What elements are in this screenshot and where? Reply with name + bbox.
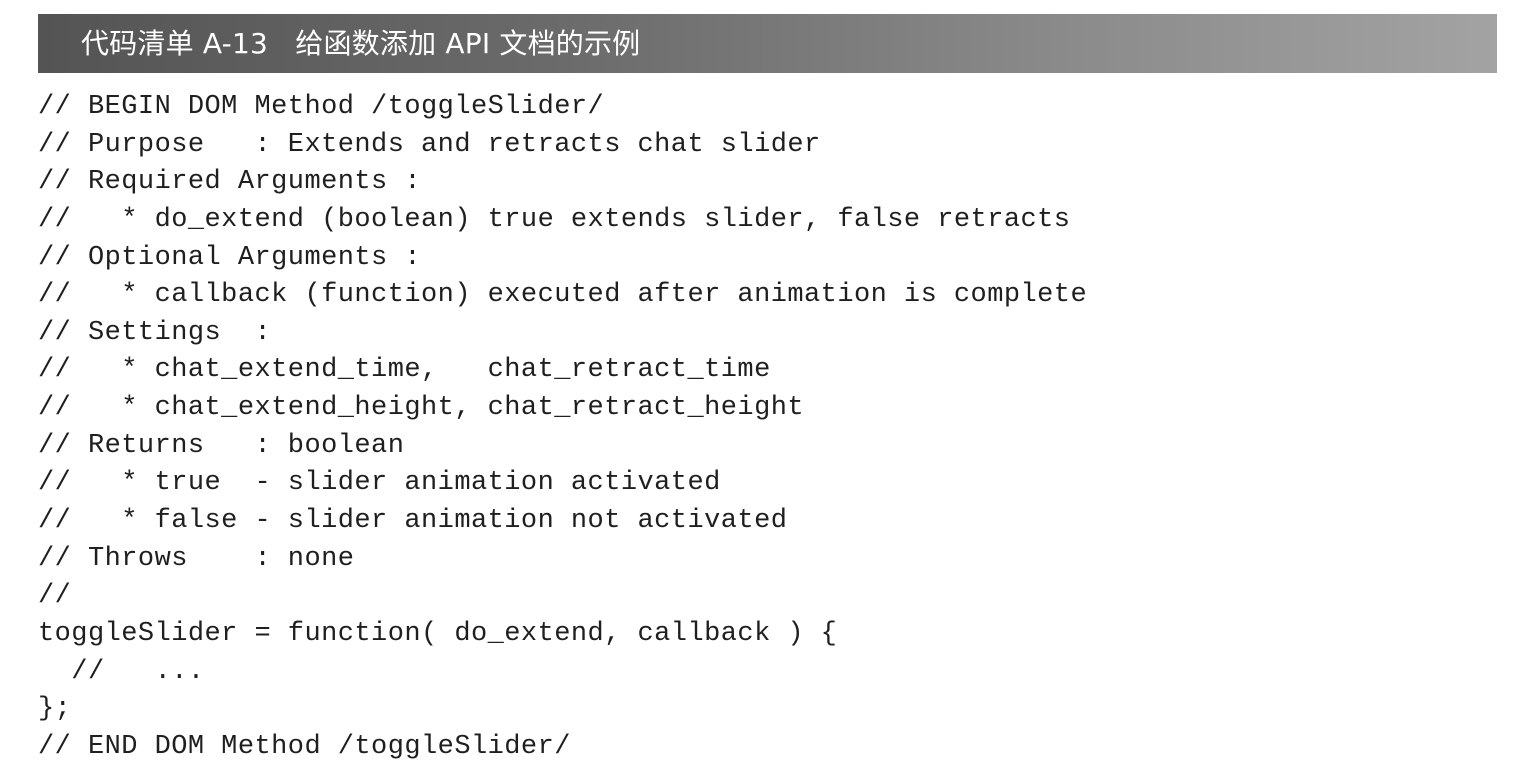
code-line: // Optional Arguments : xyxy=(38,242,422,273)
code-line: // * chat_extend_time, chat_retract_time xyxy=(38,355,771,386)
code-line: // Settings : xyxy=(38,317,272,348)
listing-header: 代码清单 A-13 给函数添加 API 文档的示例 xyxy=(38,14,1497,73)
code-line: // * chat_extend_height, chat_retract_he… xyxy=(38,393,805,424)
code-line: }; xyxy=(38,694,72,725)
code-line: // Purpose : Extends and retracts chat s… xyxy=(38,129,821,160)
code-line: toggleSlider = function( do_extend, call… xyxy=(38,618,838,649)
code-line: // Required Arguments : xyxy=(38,167,422,198)
code-line: // * true - slider animation activated xyxy=(38,468,721,499)
listing-title: 代码清单 A-13 给函数添加 API 文档的示例 xyxy=(81,26,641,60)
code-line: // * callback (function) executed after … xyxy=(38,280,1088,311)
code-line: // xyxy=(38,581,72,612)
code-line: // Throws : none xyxy=(38,543,355,574)
code-line: // ... xyxy=(38,656,205,687)
code-line: // * false - slider animation not activa… xyxy=(38,506,788,537)
code-line: // END DOM Method /toggleSlider/ xyxy=(38,731,571,762)
code-line: // BEGIN DOM Method /toggleSlider/ xyxy=(38,92,605,122)
code-block: // BEGIN DOM Method /toggleSlider/ // Pu… xyxy=(38,89,1497,769)
code-line: // Returns : boolean xyxy=(38,430,405,461)
code-line: // * do_extend (boolean) true extends sl… xyxy=(38,204,1071,235)
